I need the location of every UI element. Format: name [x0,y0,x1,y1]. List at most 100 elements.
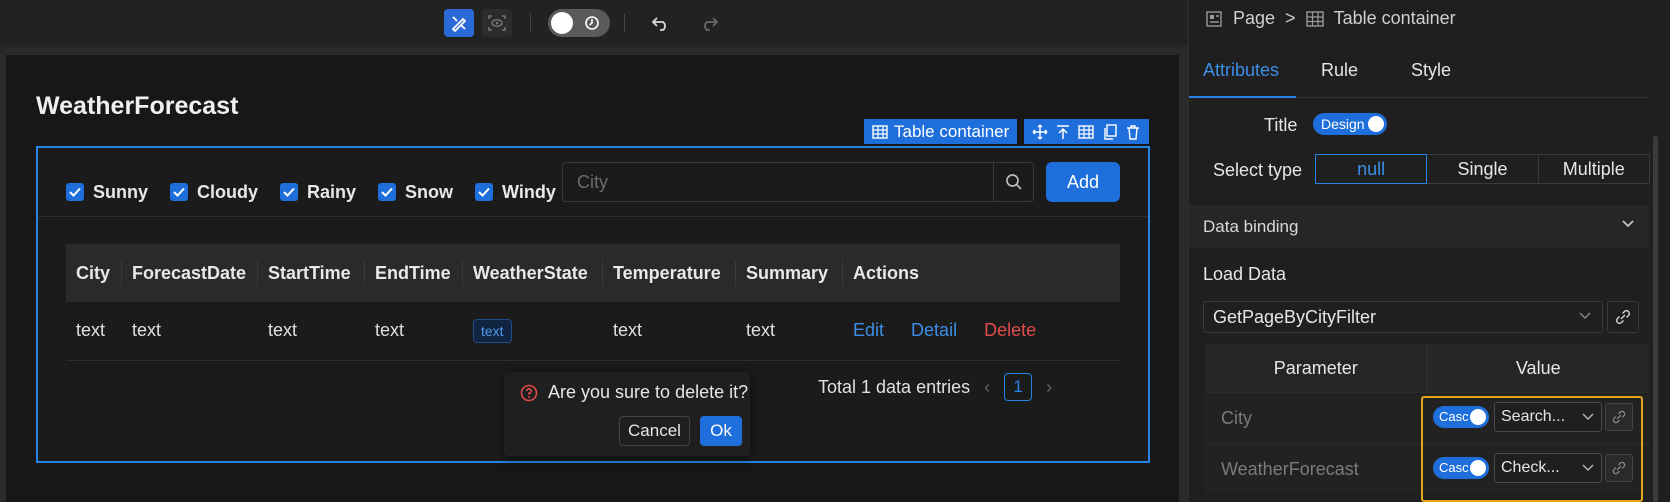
weather-state-tag: text [473,318,512,343]
select-type-single[interactable]: Single [1426,154,1539,184]
breadcrumb-page[interactable]: Page [1233,8,1275,29]
breadcrumb: Page > Table container [1205,8,1456,29]
parameter-name: City [1221,408,1252,428]
table-icon [1305,10,1324,27]
container-actions [1024,119,1149,144]
prev-page-icon[interactable]: ‹ [984,377,990,398]
filter-windy[interactable]: Windy [475,182,556,203]
cell-actions: Edit Detail Delete [843,302,1120,361]
checkbox-checked-icon [280,183,299,201]
designer-toolbar [0,0,1188,46]
load-data-label: Load Data [1203,264,1287,284]
redo-icon [704,17,719,31]
column-header[interactable]: Temperature [603,244,736,302]
popconfirm-message: Are you sure to delete it? [548,382,749,402]
undo-button[interactable] [646,9,676,37]
search-icon [1005,174,1022,190]
next-page-icon[interactable]: › [1046,377,1052,398]
cell-start-time: text [258,302,365,361]
title-label: Title [1264,115,1298,135]
table-row: text text text text text text text Edit … [66,302,1120,361]
cell-summary: text [736,302,843,361]
checkbox-checked-icon [378,183,397,201]
link-icon [1615,309,1631,325]
undo-icon [651,17,666,31]
tab-attributes[interactable]: Attributes [1203,60,1279,81]
data-binding-section[interactable]: Data binding [1189,205,1649,248]
filter-sunny[interactable]: Sunny [66,182,148,203]
column-header[interactable]: EndTime [365,244,463,302]
city-search [562,162,1034,202]
filter-label: Windy [502,181,556,202]
filter-label: Rainy [307,181,357,202]
page-number[interactable]: 1 [1004,373,1033,401]
page-title: WeatherForecast [36,92,239,120]
breadcrumb-current: Table container [1333,8,1456,28]
add-button[interactable]: Add [1046,162,1120,202]
design-mode-button[interactable] [444,9,474,37]
panel-scrollbar[interactable] [1653,136,1658,502]
detail-link[interactable]: Detail [911,320,957,340]
preview-button[interactable] [482,9,512,37]
pencil-ruler-icon [451,16,467,32]
copy-icon[interactable] [1102,123,1118,140]
search-button[interactable] [993,163,1033,201]
move-icon[interactable] [1032,124,1048,140]
tab-rule[interactable]: Rule [1321,60,1358,81]
redo-button[interactable] [694,9,724,37]
delete-popconfirm: Are you sure to delete it? Cancel Ok [504,372,750,456]
chevron-down-icon [1622,220,1634,228]
table-container-label: Table container [894,122,1010,141]
parameter-table-header: Parameter Value [1205,344,1649,392]
load-data-value: GetPageByCityFilter [1213,307,1377,327]
clock-icon [585,16,599,30]
column-header: Actions [843,244,1120,302]
breadcrumb-separator: > [1285,8,1296,28]
forecast-table: City ForecastDate StartTime EndTime Weat… [66,244,1120,361]
eye-scan-icon [488,15,506,31]
table-container-tag[interactable]: Table container [864,119,1018,144]
edit-link[interactable]: Edit [853,320,884,340]
cell-temperature: text [603,302,736,361]
city-search-input[interactable] [577,172,977,193]
cell-forecast-date: text [122,302,258,361]
page-icon [1206,10,1222,27]
column-header[interactable]: StartTime [258,244,365,302]
load-data-select[interactable]: GetPageByCityFilter [1203,301,1603,333]
tab-style[interactable]: Style [1411,60,1451,81]
column-header[interactable]: Summary [736,244,843,302]
checkbox-checked-icon [475,183,494,201]
question-circle-icon [520,384,538,401]
filter-rainy[interactable]: Rainy [280,182,356,203]
cell-end-time: text [365,302,463,361]
highlight-box [1421,396,1643,502]
title-switch[interactable]: Design [1313,113,1387,135]
select-type-multiple[interactable]: Multiple [1537,154,1650,184]
value-header: Value [1515,357,1561,378]
filter-cloudy[interactable]: Cloudy [170,182,258,203]
column-header[interactable]: WeatherState [463,244,603,302]
select-type-null[interactable]: null [1315,154,1428,184]
filter-label: Snow [405,181,454,202]
table-icon [872,124,888,139]
filter-label: Cloudy [197,181,259,202]
theme-toggle[interactable] [548,9,610,37]
ok-button[interactable]: Ok [700,416,742,446]
column-header[interactable]: City [66,244,122,302]
trash-icon[interactable] [1125,124,1141,140]
table-pagination: Total 1 data entries ‹ 1 › [818,372,1052,402]
cell-weather-state: text [463,302,603,361]
delete-link[interactable]: Delete [984,320,1036,340]
select-parent-icon[interactable] [1055,124,1071,140]
cancel-button[interactable]: Cancel [619,416,690,446]
total-count: Total 1 data entries [818,376,971,397]
column-header[interactable]: ForecastDate [122,244,258,302]
chevron-down-icon [1579,312,1591,319]
parameter-header: Parameter [1205,344,1428,392]
checkbox-checked-icon [66,183,84,201]
data-binding-label: Data binding [1203,217,1299,236]
table-icon[interactable] [1078,124,1095,139]
divider [38,216,1148,217]
filter-snow[interactable]: Snow [378,182,453,203]
bind-data-button[interactable] [1607,301,1639,333]
